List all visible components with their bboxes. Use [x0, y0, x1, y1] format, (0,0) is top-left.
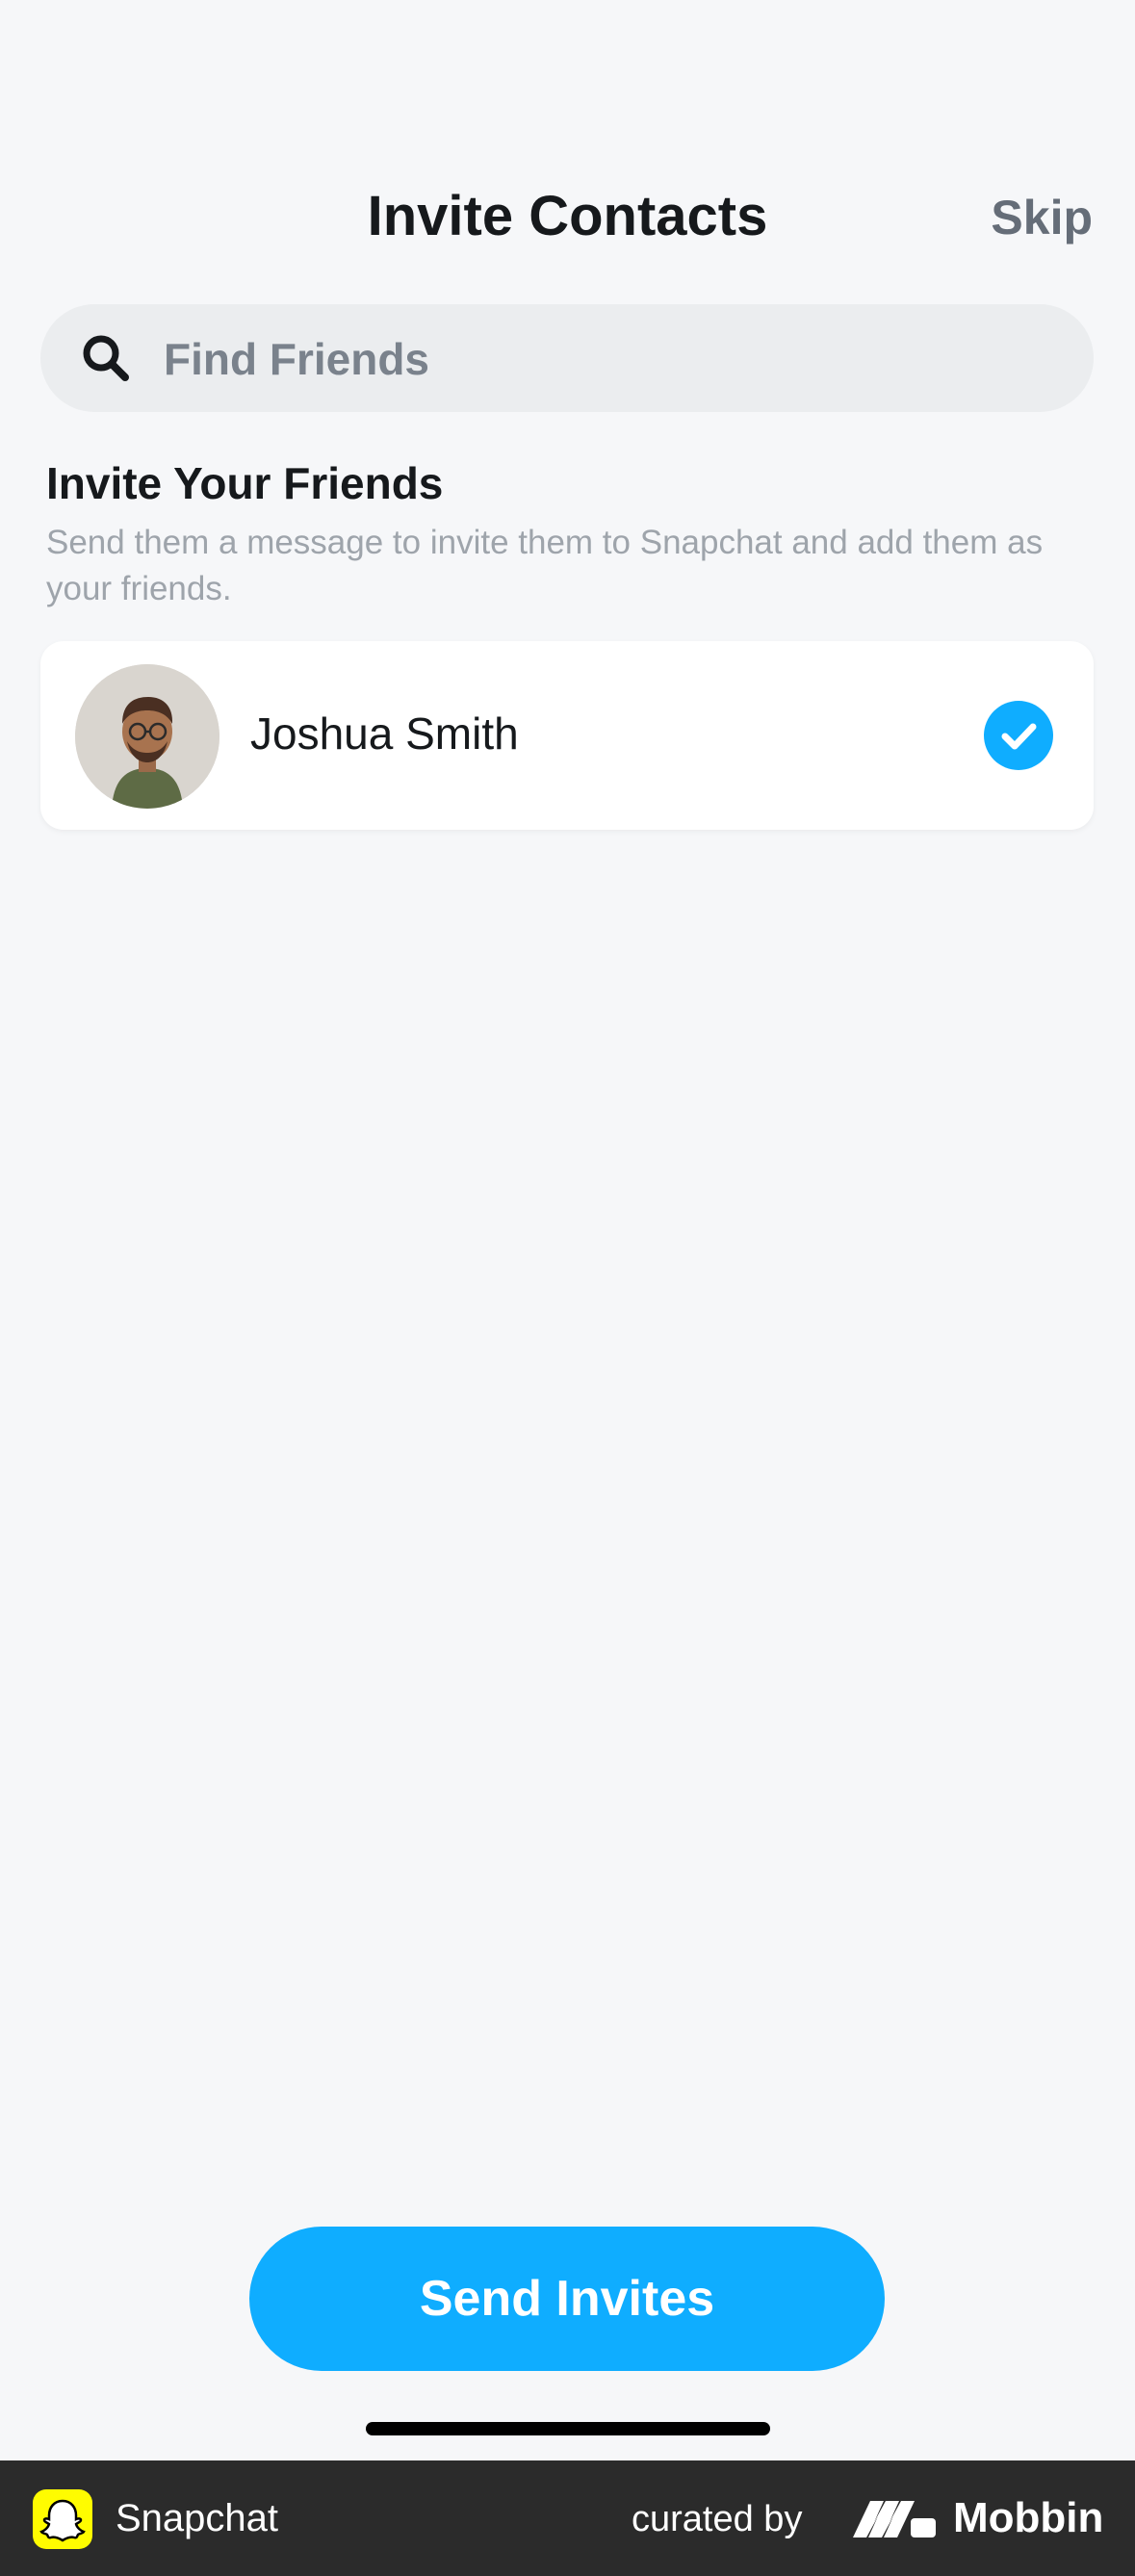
search-bar[interactable] — [40, 304, 1094, 412]
skip-button[interactable]: Skip — [991, 187, 1093, 248]
footer-bar: Snapchat curated by Mobbin — [0, 2460, 1135, 2576]
footer-app-name: Snapchat — [116, 2497, 279, 2539]
selected-checkbox[interactable] — [984, 701, 1053, 770]
snapchat-logo-icon — [33, 2489, 92, 2549]
contact-row[interactable]: Joshua Smith — [40, 641, 1094, 830]
checkmark-icon — [1001, 723, 1037, 750]
contact-name: Joshua Smith — [250, 708, 519, 759]
search-input[interactable] — [162, 323, 1032, 395]
footer-curated-label: curated by — [632, 2499, 803, 2539]
page-title: Invite Contacts — [367, 185, 768, 247]
search-icon — [83, 335, 129, 381]
section-title: Invite Your Friends — [46, 458, 444, 508]
home-indicator[interactable] — [366, 2422, 770, 2435]
invite-contacts-screen: Invite Contacts Skip Invite Your Friends… — [0, 0, 1135, 2460]
footer-brand: Mobbin — [953, 2494, 1104, 2541]
avatar — [75, 664, 219, 809]
section-description: Send them a message to invite them to Sn… — [46, 524, 1044, 607]
mobbin-logo-icon — [853, 2501, 936, 2537]
memoji-avatar-icon — [75, 664, 219, 809]
send-invites-button[interactable]: Send Invites — [249, 2227, 885, 2371]
